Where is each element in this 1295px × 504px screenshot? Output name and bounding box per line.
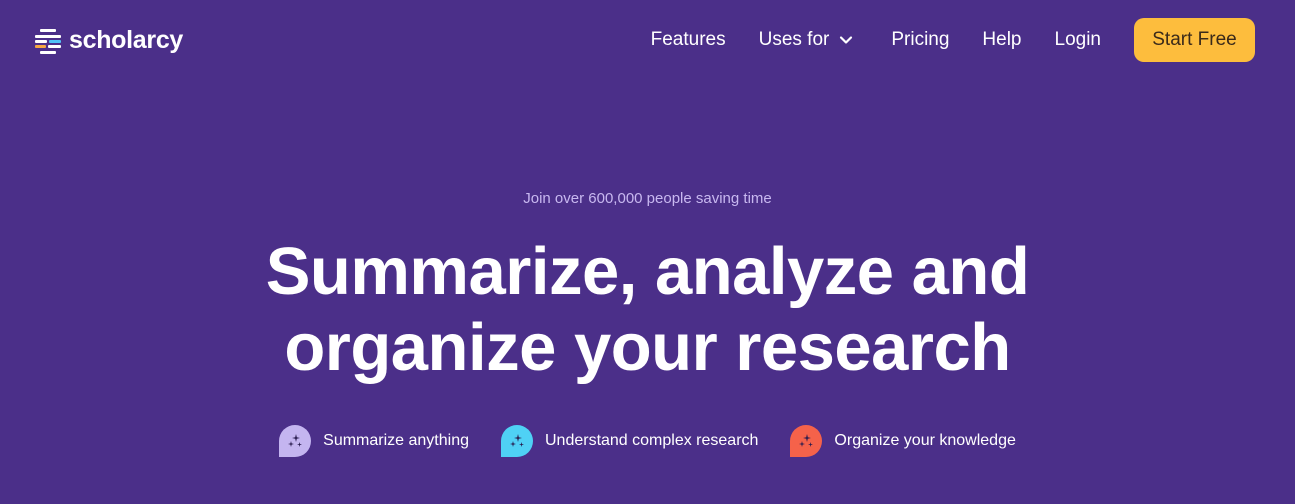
nav-link-help[interactable]: Help	[982, 29, 1021, 51]
start-free-button[interactable]: Start Free	[1134, 18, 1255, 62]
nav-link-uses-for-label: Uses for	[758, 29, 830, 50]
nav-link-pricing[interactable]: Pricing	[891, 29, 949, 51]
feature-understand: Understand complex research	[500, 425, 759, 457]
sparkles-icon	[500, 425, 533, 457]
nav-link-uses-for[interactable]: Uses for	[759, 29, 854, 51]
headline-line-2: organize your research	[284, 310, 1011, 385]
feature-organize: Organize your knowledge	[790, 425, 1016, 457]
logo-stack-icon	[33, 27, 63, 55]
top-navigation: scholarcy Features Uses for Pricing Help…	[0, 0, 1295, 80]
feature-summarize: Summarize anything	[279, 425, 469, 457]
chevron-down-icon	[840, 36, 853, 44]
feature-list: Summarize anything Understand complex re…	[0, 425, 1295, 457]
sparkles-icon	[279, 425, 312, 457]
brand-name: scholarcy	[69, 26, 184, 54]
nav-links: Features Uses for Pricing Help Login Sta…	[651, 18, 1255, 62]
hero-tagline: Join over 600,000 people saving time	[523, 190, 772, 207]
headline-line-1: Summarize, analyze and	[265, 234, 1030, 309]
hero-headline: Summarize, analyze and organize your res…	[0, 234, 1295, 386]
feature-label: Summarize anything	[323, 432, 469, 449]
scholarcy-logo[interactable]: scholarcy	[33, 26, 183, 55]
nav-link-login[interactable]: Login	[1055, 29, 1102, 51]
feature-label: Understand complex research	[544, 432, 759, 449]
feature-label: Organize your knowledge	[834, 432, 1016, 449]
sparkles-icon	[790, 425, 823, 457]
nav-link-features[interactable]: Features	[651, 29, 726, 51]
